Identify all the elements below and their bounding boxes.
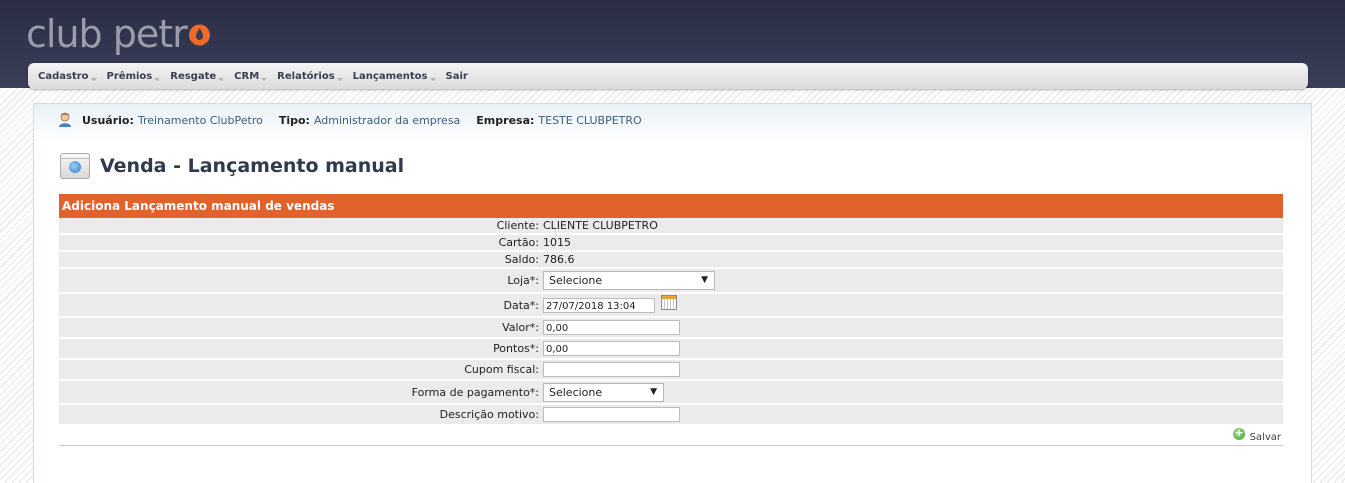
row-valor: Valor*: 0,00	[59, 318, 1283, 339]
cartao-value: 1015	[543, 236, 571, 249]
pontos-input[interactable]: 0,00	[543, 341, 680, 356]
cliente-label: Cliente:	[496, 219, 539, 232]
page-heading: Venda - Lançamento manual	[100, 155, 405, 177]
company-label: Empresa:	[476, 113, 535, 127]
type-label: Tipo:	[278, 113, 310, 127]
row-pontos: Pontos*: 0,00	[59, 339, 1283, 360]
row-motivo: Descrição motivo:	[59, 405, 1283, 424]
menu-item-resgate[interactable]: Resgate	[170, 71, 225, 82]
company-value: TESTE CLUBPETRO	[538, 113, 642, 127]
motivo-input[interactable]	[543, 407, 680, 422]
cliente-value: CLIENTE CLUBPETRO	[543, 219, 658, 232]
header: club petr Cadastro Prêmios Resgate CRM R…	[0, 0, 1345, 89]
main-menu: Cadastro Prêmios Resgate CRM Relatórios …	[28, 63, 1308, 89]
user-value: Treinamento ClubPetro	[137, 113, 263, 127]
logo-text: club petr	[26, 12, 188, 56]
saldo-label: Saldo:	[504, 253, 539, 266]
form-footer: Salvar	[59, 424, 1283, 446]
data-input[interactable]: 27/07/2018 13:04	[543, 297, 655, 313]
pontos-label: Pontos*:	[493, 342, 539, 355]
cupom-input[interactable]	[543, 362, 680, 377]
page-window-icon	[60, 153, 90, 179]
chevron-down-icon: ▼	[650, 386, 657, 397]
menu-item-relatorios[interactable]: Relatórios	[277, 71, 343, 82]
chevron-down-icon: ▼	[701, 275, 708, 285]
content-area: Usuário: Treinamento ClubPetro Tipo: Adm…	[33, 103, 1312, 483]
saldo-value: 786.6	[543, 253, 575, 266]
menu-item-crm[interactable]: CRM	[234, 71, 268, 82]
panel-title: Adiciona Lançamento manual de vendas	[59, 194, 1283, 218]
logo-drop-icon	[188, 24, 210, 46]
loja-label: Loja*:	[507, 274, 539, 287]
pagamento-select-value: Selecione	[549, 385, 603, 399]
user-label: Usuário:	[82, 113, 134, 127]
cartao-label: Cartão:	[498, 236, 539, 249]
save-button[interactable]: Salvar	[1232, 426, 1281, 443]
calendar-icon[interactable]	[661, 294, 677, 310]
pagamento-label: Forma de pagamento*:	[411, 385, 539, 399]
form-panel: Adiciona Lançamento manual de vendas Cli…	[59, 194, 1283, 446]
motivo-label: Descrição motivo:	[439, 408, 539, 421]
menu-item-cadastro[interactable]: Cadastro	[38, 71, 97, 82]
cupom-label: Cupom fiscal:	[464, 363, 539, 376]
menu-item-sair[interactable]: Sair	[446, 71, 474, 82]
row-saldo: Saldo: 786.6	[59, 252, 1283, 269]
pagamento-select[interactable]: Selecione ▼	[543, 382, 664, 402]
data-label: Data*:	[503, 298, 539, 312]
user-info-bar: Usuário: Treinamento ClubPetro Tipo: Adm…	[58, 110, 658, 130]
type-value: Administrador da empresa	[313, 113, 461, 127]
loja-select[interactable]: Selecione ▼	[543, 271, 715, 290]
menu-item-premios[interactable]: Prêmios	[107, 71, 160, 82]
row-pagamento: Forma de pagamento*: Selecione ▼	[59, 381, 1283, 405]
row-cliente: Cliente: CLIENTE CLUBPETRO	[59, 218, 1283, 235]
row-cupom: Cupom fiscal:	[59, 360, 1283, 381]
add-icon	[1232, 426, 1245, 440]
valor-label: Valor*:	[502, 321, 539, 334]
loja-select-value: Selecione	[549, 274, 603, 287]
row-data: Data*: 27/07/2018 13:04	[59, 294, 1283, 318]
user-icon	[59, 112, 71, 127]
row-loja: Loja*: Selecione ▼	[59, 269, 1283, 294]
save-label: Salvar	[1249, 431, 1281, 443]
brand-logo[interactable]: club petr	[26, 10, 211, 58]
page-title: Venda - Lançamento manual	[60, 153, 404, 179]
row-cartao: Cartão: 1015	[59, 235, 1283, 252]
menu-item-lancamentos[interactable]: Lançamentos	[353, 71, 436, 82]
valor-input[interactable]: 0,00	[543, 320, 680, 335]
